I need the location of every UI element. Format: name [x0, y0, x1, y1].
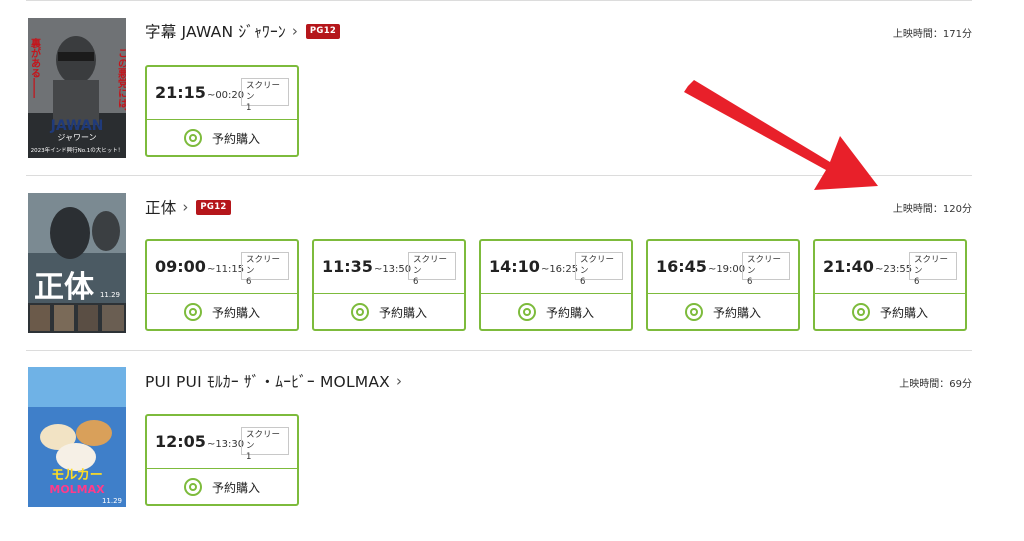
- poster-subtitle: MOLMAX: [49, 483, 105, 496]
- screen-box: スクリーン 6: [909, 252, 957, 287]
- end-time: ~23:55: [874, 264, 913, 275]
- screen-box: スクリーン 6: [575, 252, 623, 287]
- screen-number: 1: [246, 103, 252, 113]
- runtime-label: 上映時間：171分: [892, 29, 972, 40]
- start-time: 12:05: [155, 432, 206, 451]
- divider: [26, 350, 972, 351]
- end-time: ~13:50: [373, 264, 412, 275]
- buy-label: 予約購入: [545, 305, 594, 320]
- buy-label: 予約購入: [211, 131, 260, 146]
- film-title[interactable]: 字幕 JAWAN ｼﾞｬﾜｰﾝ: [145, 20, 286, 42]
- showtime-card[interactable]: 14:10~16:25 スクリーン 6 予約購入: [479, 239, 633, 331]
- screen-label: スクリーン: [246, 430, 281, 451]
- screen-label: スクリーン: [914, 255, 949, 276]
- film-title-row[interactable]: 正体 › PG12: [145, 195, 231, 219]
- poster-logo-text: モルカー: [51, 468, 103, 483]
- buy-button[interactable]: 予約購入: [314, 294, 464, 330]
- screen-box: スクリーン 6: [742, 252, 790, 287]
- showtime-card[interactable]: 12:05~13:30 スクリーン 1 予約購入: [145, 414, 299, 506]
- poster-image-jawan: この悪党には、 裏がある―― JAWAN ジャワーン 2023年インド興行No.…: [28, 18, 126, 158]
- poster-image-molmax: モルカー MOLMAX 11.29: [28, 367, 126, 507]
- buy-button[interactable]: 予約購入: [481, 294, 631, 330]
- double-circle-icon: [183, 478, 202, 496]
- rating-badge: PG12: [305, 23, 341, 39]
- start-time: 14:10: [489, 257, 540, 276]
- screen-number: 6: [413, 277, 419, 287]
- poster-logo-text: 正体: [34, 270, 95, 305]
- showtime-card[interactable]: 21:40~23:55 スクリーン 6 予約購入: [813, 239, 967, 331]
- showtime-card[interactable]: 21:15~00:20 スクリーン 1 予約購入: [145, 65, 299, 157]
- screen-box: スクリーン 6: [241, 252, 289, 287]
- film-title[interactable]: 正体: [145, 196, 176, 218]
- double-circle-icon: [350, 303, 369, 321]
- chevron-right-icon[interactable]: ›: [292, 22, 298, 40]
- buy-button[interactable]: 予約購入: [147, 294, 297, 330]
- showtime-card[interactable]: 16:45~19:00 スクリーン 6 予約購入: [646, 239, 800, 331]
- double-circle-icon: [684, 303, 703, 321]
- showtime-card[interactable]: 11:35~13:50 スクリーン 6 予約購入: [312, 239, 466, 331]
- buy-label: 予約購入: [211, 480, 260, 495]
- double-circle-icon: [183, 129, 202, 147]
- buy-label: 予約購入: [378, 305, 427, 320]
- end-time: ~16:25: [540, 264, 579, 275]
- screen-number: 6: [914, 277, 920, 287]
- start-time: 11:35: [322, 257, 373, 276]
- divider: [26, 0, 972, 1]
- poster-footer: 2023年インド興行No.1の大ヒット！: [31, 146, 124, 154]
- screen-box: スクリーン 1: [241, 78, 289, 113]
- film-title-row[interactable]: PUI PUI ﾓﾙｶｰ ｻﾞ・ﾑｰﾋﾞｰ MOLMAX ›: [145, 369, 402, 393]
- film-poster[interactable]: 正体 11.29: [28, 193, 126, 333]
- buy-label: 予約購入: [879, 305, 928, 320]
- poster-image-shoutai: 正体 11.29: [28, 193, 126, 333]
- film-title[interactable]: PUI PUI ﾓﾙｶｰ ｻﾞ・ﾑｰﾋﾞｰ MOLMAX: [145, 370, 390, 392]
- start-time: 21:15: [155, 83, 206, 102]
- poster-logo-text: JAWAN: [50, 118, 104, 134]
- start-time: 21:40: [823, 257, 874, 276]
- poster-date: 11.29: [100, 291, 120, 299]
- screen-label: スクリーン: [246, 255, 281, 276]
- screen-label: スクリーン: [580, 255, 615, 276]
- screen-number: 1: [246, 452, 252, 462]
- start-time: 16:45: [656, 257, 707, 276]
- film-poster[interactable]: この悪党には、 裏がある―― JAWAN ジャワーン 2023年インド興行No.…: [28, 18, 126, 158]
- buy-button[interactable]: 予約購入: [147, 120, 297, 156]
- buy-label: 予約購入: [712, 305, 761, 320]
- double-circle-icon: [517, 303, 536, 321]
- poster-tagline: この悪党には、: [116, 48, 127, 118]
- poster-date: 11.29: [102, 497, 122, 505]
- chevron-right-icon[interactable]: ›: [396, 372, 402, 390]
- buy-button[interactable]: 予約購入: [648, 294, 798, 330]
- screen-label: スクリーン: [747, 255, 782, 276]
- screen-number: 6: [580, 277, 586, 287]
- start-time: 09:00: [155, 257, 206, 276]
- film-poster[interactable]: モルカー MOLMAX 11.29: [28, 367, 126, 507]
- buy-button[interactable]: 予約購入: [815, 294, 965, 330]
- end-time: ~11:15: [206, 264, 245, 275]
- screen-box: スクリーン 1: [241, 427, 289, 462]
- buy-button[interactable]: 予約購入: [147, 469, 297, 505]
- screen-label: スクリーン: [246, 81, 281, 102]
- end-time: ~13:30: [206, 439, 245, 450]
- screen-label: スクリーン: [413, 255, 448, 276]
- showtime-card[interactable]: 09:00~11:15 スクリーン 6 予約購入: [145, 239, 299, 331]
- rating-badge: PG12: [196, 199, 231, 215]
- screen-number: 6: [246, 277, 252, 287]
- poster-subtitle: ジャワーン: [57, 133, 96, 142]
- screen-box: スクリーン 6: [408, 252, 456, 287]
- double-circle-icon: [851, 303, 870, 321]
- film-title-row[interactable]: 字幕 JAWAN ｼﾞｬﾜｰﾝ › PG12: [145, 19, 341, 43]
- double-circle-icon: [183, 303, 202, 321]
- screen-number: 6: [747, 277, 753, 287]
- buy-label: 予約購入: [211, 305, 260, 320]
- chevron-right-icon[interactable]: ›: [182, 198, 188, 216]
- red-arrow-annotation: [684, 80, 878, 190]
- runtime-label: 上映時間：120分: [892, 204, 972, 215]
- end-time: ~19:00: [707, 264, 746, 275]
- runtime-label: 上映時間：69分: [899, 379, 972, 390]
- end-time: ~00:20: [206, 90, 245, 101]
